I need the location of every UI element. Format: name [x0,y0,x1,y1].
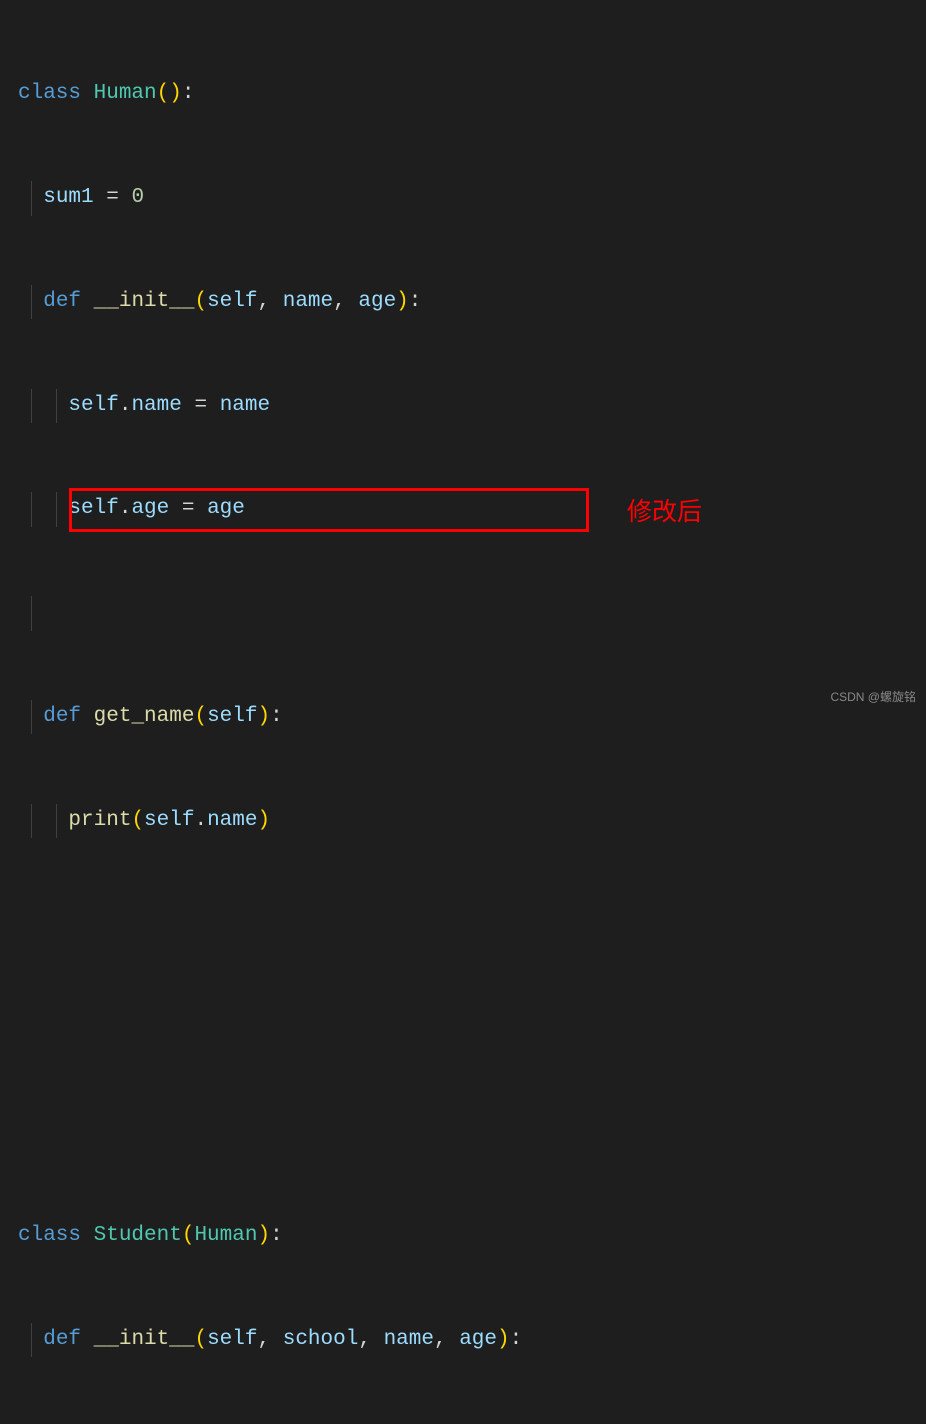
number-literal: 0 [131,186,144,209]
keyword-def: def [43,705,81,728]
param-age: age [459,1328,497,1351]
code-line: print(self.name) [0,804,926,839]
keyword-def: def [43,1328,81,1351]
code-line: def __init__(self, name, age): [0,285,926,320]
attribute: name [131,394,181,417]
code-line [0,1011,926,1046]
self-ref: self [144,809,194,832]
variable: age [207,497,245,520]
code-line: class Student(Human): [0,1219,926,1254]
paren: ) [258,705,271,728]
variable: name [220,394,270,417]
paren: ) [258,809,271,832]
builtin-print: print [68,809,131,832]
keyword-class: class [18,1224,81,1247]
annotation-text: 修改后 [627,492,702,533]
param-name: name [384,1328,434,1351]
param-age: age [358,290,396,313]
paren: ) [497,1328,510,1351]
keyword-class: class [18,82,81,105]
param-school: school [283,1328,359,1351]
function-name: __init__ [94,290,195,313]
watermark: CSDN @螺旋铭 [830,688,916,708]
param-self: self [207,1328,257,1351]
code-line: def __init__(self, school, name, age): [0,1323,926,1358]
code-line: self.age = age [0,492,926,527]
paren: ) [257,1224,270,1247]
param-self: self [207,290,257,313]
paren: ( [157,82,170,105]
paren: ) [169,82,182,105]
variable: sum1 [43,186,93,209]
paren: ( [182,1224,195,1247]
function-name: __init__ [94,1328,195,1351]
keyword-def: def [43,290,81,313]
attribute: age [131,497,169,520]
code-line: class Human(): [0,77,926,112]
paren: ) [396,290,409,313]
code-editor[interactable]: class Human(): sum1 = 0 def __init__(sel… [0,8,926,1424]
paren: ( [194,290,207,313]
code-line [0,908,926,943]
function-name: get_name [94,705,195,728]
param-name: name [283,290,333,313]
paren: ( [194,1328,207,1351]
class-name: Human [94,82,157,105]
class-name: Student [94,1224,182,1247]
base-class: Human [194,1224,257,1247]
paren: ( [194,705,207,728]
code-line: self.name = name [0,389,926,424]
code-line: sum1 = 0 [0,181,926,216]
colon: : [182,82,195,105]
code-line [0,1115,926,1150]
code-line [0,596,926,631]
self-ref: self [68,497,118,520]
attribute: name [207,809,257,832]
code-line: def get_name(self): [0,700,926,735]
self-ref: self [68,394,118,417]
paren: ( [131,809,144,832]
param-self: self [207,705,257,728]
